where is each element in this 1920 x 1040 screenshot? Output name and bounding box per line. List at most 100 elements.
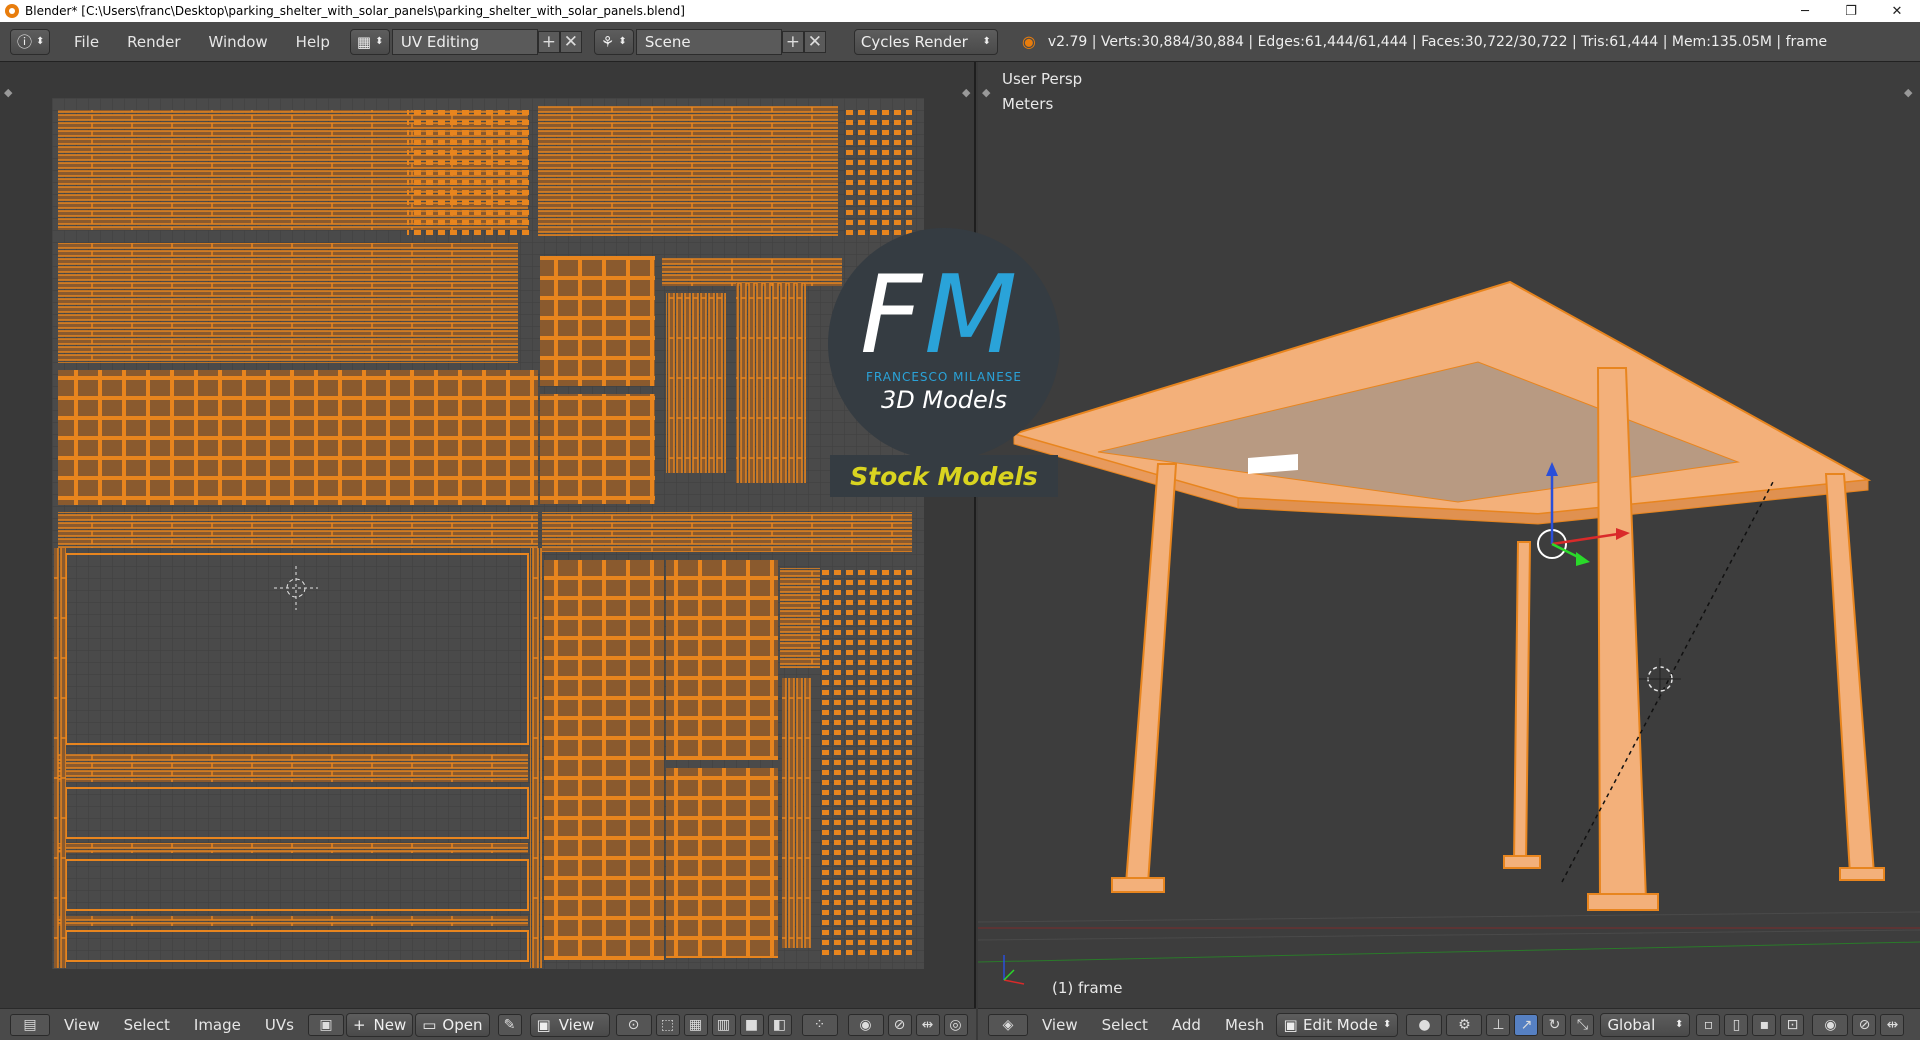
remove-scene-button[interactable]: ✕ — [803, 30, 826, 53]
window-title: Blender* [C:\Users\franc\Desktop\parking… — [25, 4, 685, 18]
logo-tagline: 3D Models — [881, 386, 1007, 414]
uv-layout-canvas — [52, 98, 924, 969]
menu-help[interactable]: Help — [282, 22, 344, 62]
editor-type-button[interactable]: ▤ — [10, 1013, 50, 1036]
proportional-edit-icon[interactable]: ◉ — [1812, 1013, 1849, 1036]
menu-render[interactable]: Render — [113, 22, 194, 62]
view-mode-dropdown[interactable]: ▣ View — [529, 1012, 610, 1037]
snap-icon[interactable]: ⊘ — [887, 1013, 912, 1036]
layout-name-field[interactable]: UV Editing — [391, 28, 538, 55]
vp-menu-select[interactable]: Select — [1090, 1016, 1160, 1034]
scene-stats: v2.79 | Verts:30,884/30,884 | Edges:61,4… — [1047, 33, 1828, 50]
vertex-select-icon[interactable]: ▦ — [683, 1013, 708, 1036]
updown-icon: ⬍ — [1383, 1019, 1392, 1030]
mode-label: Edit Mode — [1302, 1015, 1378, 1034]
updown-icon: ⬍ — [36, 36, 45, 47]
pivot-icon[interactable]: ⊙ — [615, 1013, 652, 1036]
layout-icon: ▦ — [356, 32, 372, 51]
uv-grid-image[interactable] — [52, 98, 924, 969]
fm-logo-letters: FM — [860, 262, 1019, 370]
occlude-icon[interactable]: ⊡ — [1780, 1013, 1805, 1036]
vp-menu-add[interactable]: Add — [1160, 1016, 1213, 1034]
open-image-button[interactable]: ▭ Open — [415, 1012, 490, 1037]
view-mode-label: View — [558, 1015, 595, 1034]
render-engine-label: Cycles Render — [860, 32, 968, 51]
snap-icon[interactable]: ⊘ — [1852, 1013, 1877, 1036]
updown-icon: ⬍ — [1675, 1019, 1684, 1030]
restore-button[interactable]: ❐ — [1828, 0, 1874, 22]
editor-type-button[interactable]: ⓘ ⬍ — [10, 28, 50, 55]
logo-subtitle: FRANCESCO MILANESE — [866, 370, 1022, 384]
scene-render — [978, 280, 1920, 985]
edge-select-mode-icon[interactable]: ▯ — [1724, 1013, 1749, 1036]
image-browse-button[interactable]: ▣ — [307, 1013, 344, 1036]
face-select-mode-icon[interactable]: ▪ — [1752, 1013, 1777, 1036]
scale-icon[interactable]: ⤡ — [1570, 1013, 1595, 1036]
vp-menu-view[interactable]: View — [1030, 1016, 1090, 1034]
info-header: ⓘ ⬍ File Render Window Help ▦ ⬍ UV Editing… — [0, 22, 1920, 62]
region-toggle-icon[interactable]: ◆ — [4, 86, 12, 99]
edge-select-icon[interactable]: ▥ — [711, 1013, 736, 1036]
uv-menu-view[interactable]: View — [52, 1016, 112, 1034]
snap-element-icon[interactable]: ⇹ — [1880, 1013, 1905, 1036]
uv-menu-image[interactable]: Image — [182, 1016, 253, 1034]
info-icon: ⓘ — [17, 33, 33, 51]
scene-selector-button[interactable]: ⚘ ⬍ — [593, 28, 634, 55]
translate-icon[interactable]: ↗ — [1514, 1013, 1539, 1036]
viewport-header: ◈ View Select Add Mesh ▣ Edit Mode ⬍ ● ⚙ ⊥… — [978, 1008, 1920, 1040]
object-label: (1) frame — [1052, 979, 1123, 997]
minimize-button[interactable]: ─ — [1782, 0, 1828, 22]
scene-icon: ⚘ — [600, 32, 615, 51]
x-icon: ✕ — [563, 31, 578, 52]
new-image-button[interactable]: + New — [345, 1012, 414, 1037]
updown-icon: ⬍ — [618, 36, 627, 47]
view3d-icon: ◈ — [1002, 1016, 1014, 1033]
rotate-icon[interactable]: ↻ — [1542, 1013, 1567, 1036]
new-image-label: New — [373, 1015, 407, 1034]
logo-banner: Stock Models — [830, 455, 1058, 497]
updown-icon: ⬍ — [375, 36, 384, 47]
close-button[interactable]: ✕ — [1874, 0, 1920, 22]
remove-layout-button[interactable]: ✕ — [559, 30, 582, 53]
layout-selector-button[interactable]: ▦ ⬍ — [349, 28, 390, 55]
blender-logo-icon: ◉ — [1021, 32, 1036, 51]
shading-icon[interactable]: ● — [1406, 1013, 1443, 1036]
pivot-point-icon[interactable]: ⚙ — [1446, 1013, 1483, 1036]
face-select-icon[interactable]: ■ — [739, 1013, 764, 1036]
menu-file[interactable]: File — [60, 22, 113, 62]
mode-dropdown[interactable]: ▣ Edit Mode ⬍ — [1276, 1012, 1399, 1037]
uv-image-editor[interactable]: ◆ ◆ — [0, 62, 976, 1008]
uv-editor-header: ▤ View Select Image UVs ▣ + New ▭ Open ✎ ▣… — [0, 1008, 976, 1040]
manipulator-icon[interactable]: ⊥ — [1486, 1013, 1511, 1036]
uv-sync-icon[interactable]: ⇹ — [915, 1013, 940, 1036]
orientation-dropdown[interactable]: Global ⬍ — [1600, 1012, 1691, 1037]
cursor-select-icon[interactable]: ⬚ — [655, 1013, 680, 1036]
uv-menu-uvs[interactable]: UVs — [253, 1016, 306, 1034]
scene-name-field[interactable]: Scene — [635, 28, 782, 55]
render-engine-dropdown[interactable]: Cycles Render ⬍ — [853, 28, 998, 55]
proportional-edit-icon[interactable]: ◉ — [847, 1013, 884, 1036]
add-scene-button[interactable]: + — [781, 30, 804, 53]
logo-letter-f: F — [860, 253, 925, 378]
x-icon: ✕ — [807, 31, 822, 52]
edit-mode-icon: ▣ — [1283, 1015, 1298, 1034]
3d-viewport[interactable]: ◆ ◆ User Persp Meters (1) frame — [978, 62, 1920, 1008]
image-icon: ▣ — [319, 1016, 333, 1033]
plus-icon: + — [352, 1015, 366, 1034]
vertex-select-mode-icon[interactable]: ▫ — [1696, 1013, 1721, 1036]
add-layout-button[interactable]: + — [537, 30, 560, 53]
view-mode-icon: ▣ — [536, 1015, 551, 1034]
orientation-label: Global — [1607, 1015, 1656, 1034]
uv-menu-select[interactable]: Select — [112, 1016, 182, 1034]
render-preview-icon[interactable]: ◎ — [943, 1013, 968, 1036]
editor-type-button[interactable]: ◈ — [988, 1013, 1028, 1036]
window-titlebar: Blender* [C:\Users\franc\Desktop\parking… — [0, 0, 1920, 22]
region-toggle-icon[interactable]: ◆ — [962, 86, 970, 99]
island-select-icon[interactable]: ◧ — [767, 1013, 792, 1036]
sticky-select-icon[interactable]: ⁘ — [801, 1013, 838, 1036]
menu-window[interactable]: Window — [195, 22, 282, 62]
image-editor-icon: ▤ — [23, 1016, 37, 1033]
vp-menu-mesh[interactable]: Mesh — [1213, 1016, 1277, 1034]
plus-icon: + — [541, 31, 556, 52]
pin-icon[interactable]: ✎ — [497, 1013, 522, 1036]
